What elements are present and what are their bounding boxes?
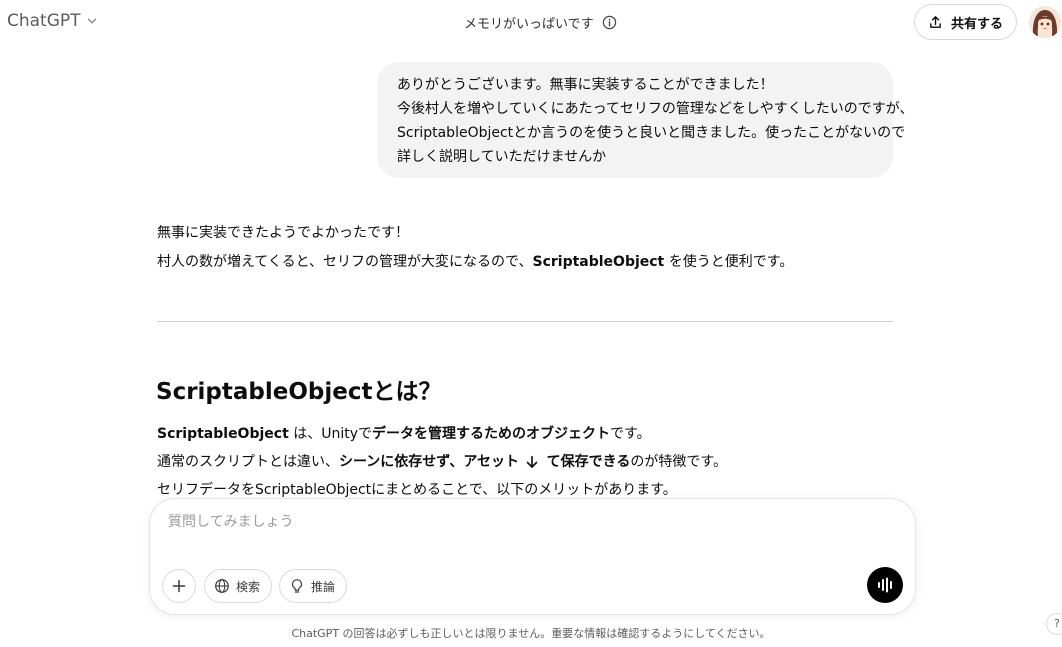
user-message-line: 詳しく説明していただけませんか: [397, 149, 607, 165]
share-button[interactable]: 共有する: [914, 4, 1017, 40]
section-heading: ScriptableObjectとは？: [156, 379, 442, 405]
chevron-down-icon: [87, 18, 96, 24]
share-icon: [930, 15, 941, 28]
plain-text: です。: [610, 426, 651, 442]
globe-icon: [215, 579, 229, 593]
memory-status[interactable]: メモリがいっぱいです: [464, 13, 617, 32]
assistant-bold-text: ScriptableObject: [532, 254, 665, 270]
arrow-down-icon: [526, 455, 538, 468]
prompt-input[interactable]: [166, 513, 866, 531]
bold-text: データを管理するためのオブジェクト: [372, 426, 611, 442]
lightbulb-icon: [291, 579, 303, 593]
scroll-to-bottom-button[interactable]: [517, 448, 547, 476]
assistant-line: 無事に実装できたようでよかったです！: [157, 219, 893, 248]
assistant-text: を使うと便利です。: [664, 254, 794, 270]
user-message-line: ありがとうございます。無事に実装することができました！: [397, 77, 774, 93]
memory-status-text: メモリがいっぱいです: [464, 17, 594, 32]
search-button[interactable]: 検索: [204, 569, 273, 603]
bold-text: シーンに依存せず、アセットとして保存できる: [339, 454, 631, 470]
model-selector[interactable]: ChatGPT: [7, 11, 99, 31]
reason-button[interactable]: 推論: [279, 569, 348, 603]
plain-text: のが特徴です。: [630, 454, 727, 470]
top-bar: ChatGPT メモリがいっぱいです 共有する: [0, 0, 1062, 44]
share-label: 共有する: [950, 16, 1003, 32]
info-icon[interactable]: [602, 15, 617, 30]
avatar[interactable]: [1029, 6, 1061, 38]
plain-text: は、Unityで: [288, 426, 373, 442]
assistant-message: 無事に実装できたようでよかったです！ 村人の数が増えてくると、セリフの管理が大変…: [157, 219, 893, 277]
voice-mode-button[interactable]: [867, 567, 903, 603]
attach-button[interactable]: [162, 569, 196, 603]
plain-text: セリフデータをScriptableObjectにまとめることで、以下のメリットが…: [157, 482, 677, 498]
bold-text: ScriptableObject: [157, 426, 289, 442]
assistant-text: 無事に実装できたようでよかったです！: [157, 225, 409, 241]
user-message-line: ScriptableObjectとか言うのを使うと良いと聞きました。使ったことが…: [397, 125, 906, 141]
paragraph-line: ScriptableObject は、Unityでデータを管理するためのオブジェ…: [157, 420, 893, 448]
user-message-line: 今後村人を増やしていくにあたってセリフの管理などをしやすくしたいのですが、: [397, 101, 914, 117]
model-name: ChatGPT: [7, 11, 81, 31]
disclaimer: ChatGPT の回答は必ずしも正しいとは限りません。重要な情報は確認するように…: [291, 627, 771, 640]
voice-waveform-icon: [878, 577, 892, 593]
divider: [157, 321, 893, 322]
assistant-text: 村人の数が増えてくると、セリフの管理が大変になるので、: [157, 254, 533, 270]
assistant-line: 村人の数が増えてくると、セリフの管理が大変になるので、ScriptableObj…: [157, 248, 893, 277]
composer: 検索 推論: [149, 498, 916, 615]
plain-text: 通常のスクリプトとは違い、: [157, 454, 339, 470]
reason-label: 推論: [311, 579, 336, 594]
search-label: 検索: [236, 579, 261, 594]
plus-icon: [172, 579, 186, 593]
avatar-image: [1029, 6, 1061, 38]
help-button[interactable]: ?: [1046, 613, 1062, 635]
user-message: ありがとうございます。無事に実装することができました！ 今後村人を増やしていくに…: [377, 62, 914, 178]
